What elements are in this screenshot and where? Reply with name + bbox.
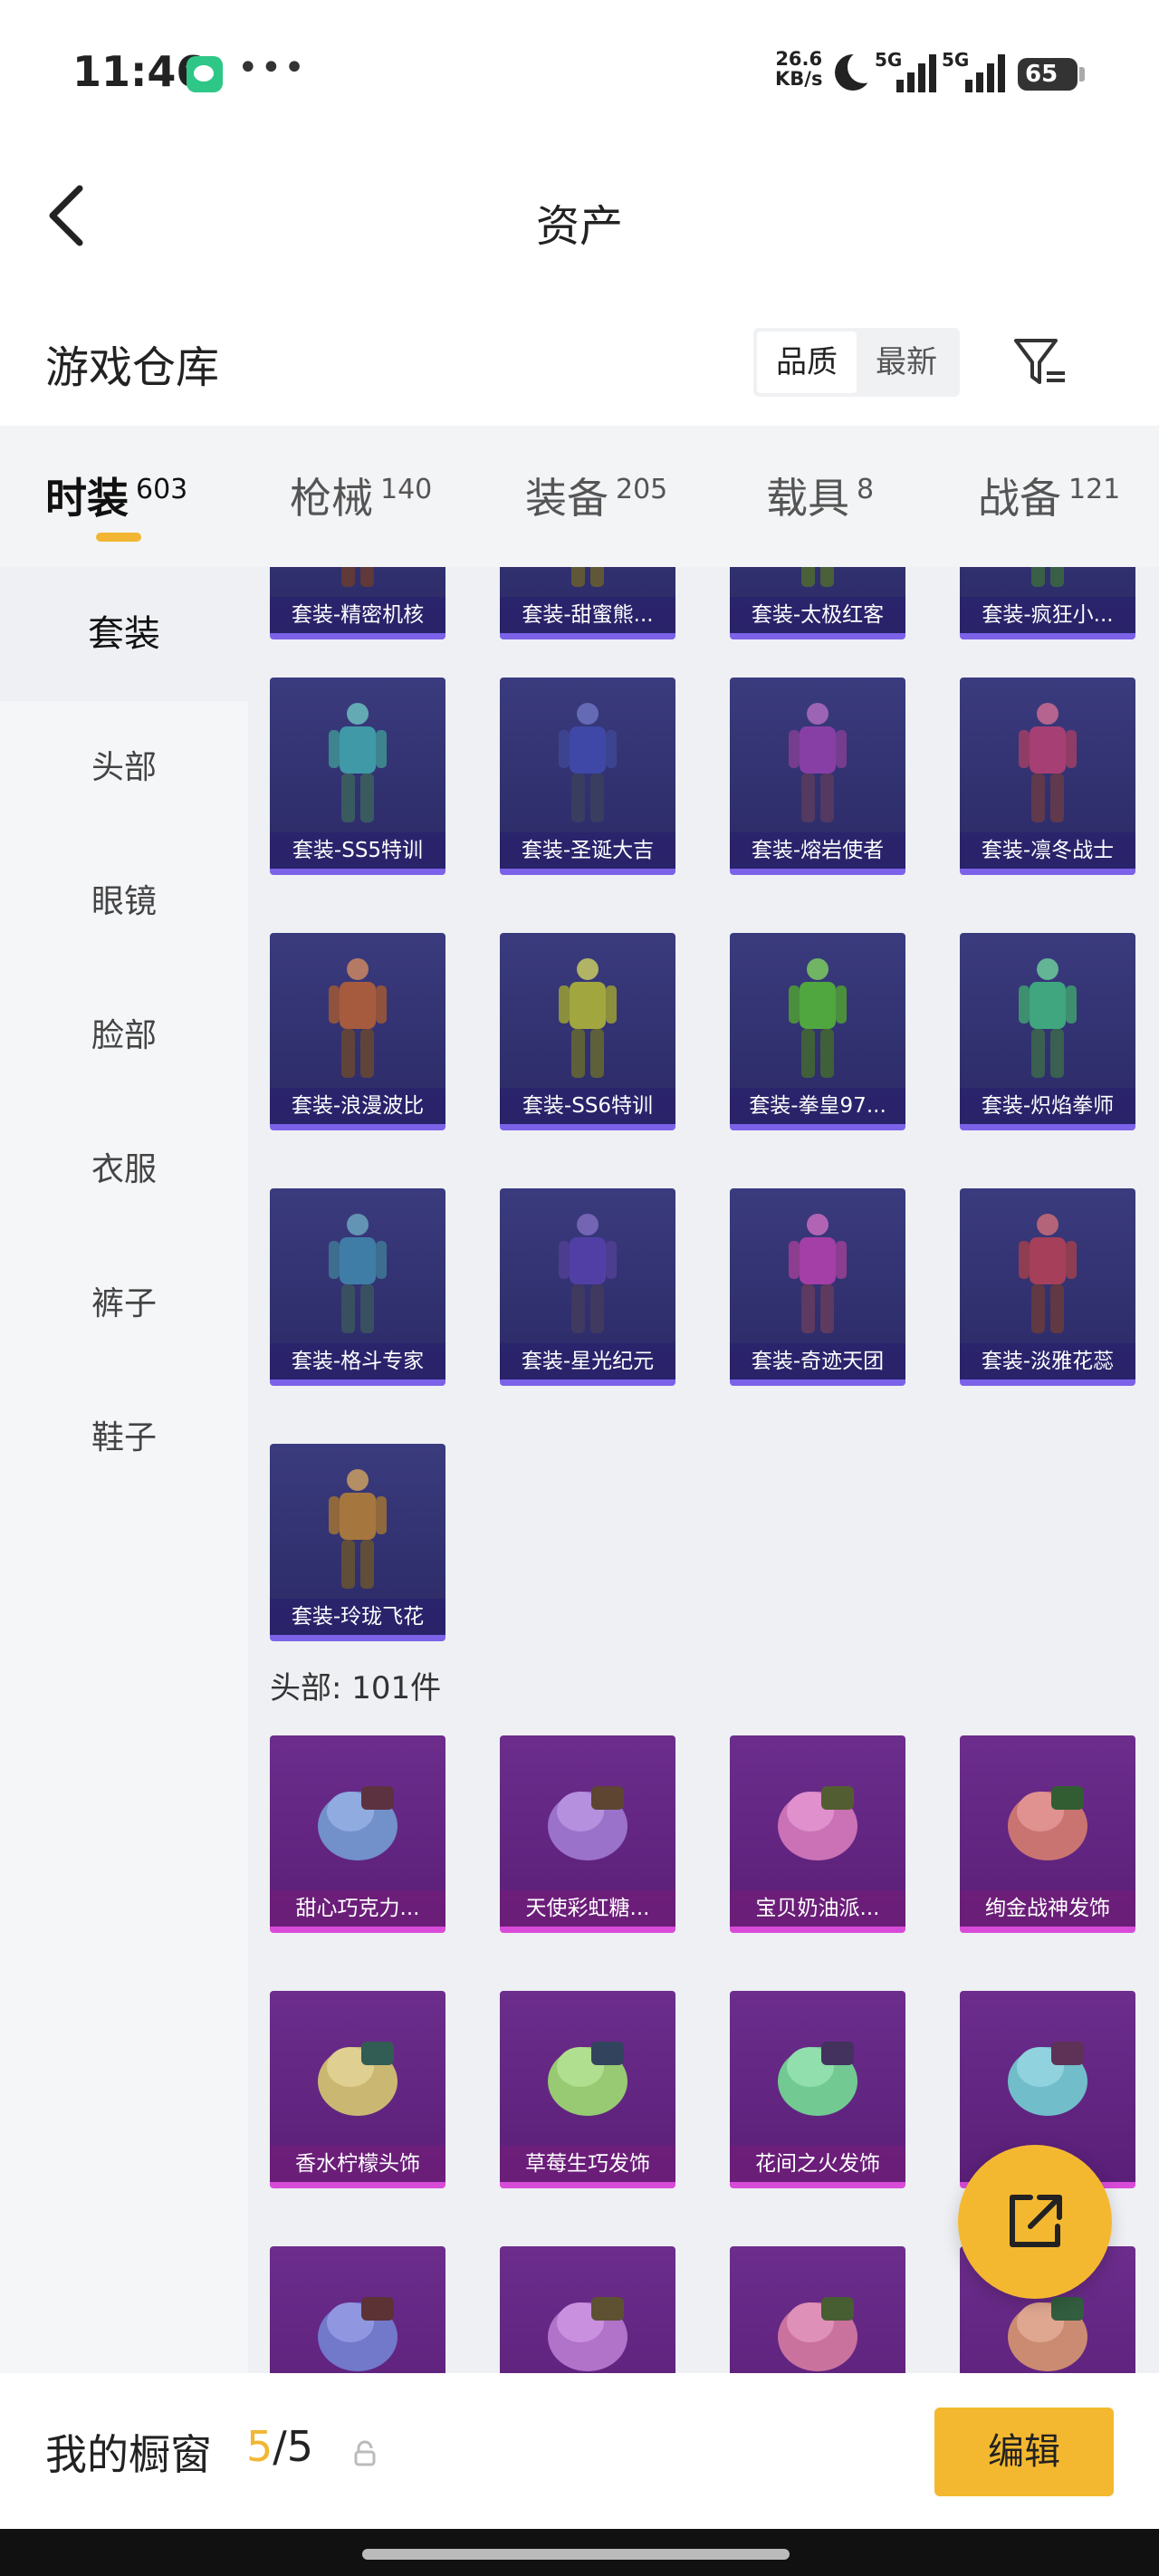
item-name: 套装-星光纪元: [500, 1343, 675, 1379]
tab-supplies[interactable]: 战备 121: [978, 466, 1120, 525]
network-speed: 26.6 KB/s: [775, 48, 823, 90]
item-name: 草莓生巧发饰: [500, 2146, 675, 2182]
active-tab-indicator: [96, 533, 141, 542]
suit-item-card[interactable]: 套装-玲珑飞花: [270, 1444, 445, 1641]
tab-fashion[interactable]: 时装 603: [45, 466, 187, 525]
head-item-card[interactable]: [270, 2246, 445, 2373]
item-name: 甜心巧克力...: [270, 1890, 445, 1927]
suit-item-card[interactable]: 套装-拳皇97...: [730, 933, 905, 1130]
item-name: 套装-圣诞大吉: [500, 832, 675, 869]
home-indicator[interactable]: [362, 2549, 790, 2560]
suit-item-card[interactable]: 套装-甜蜜熊...: [500, 567, 675, 639]
item-name: 天使彩虹糖...: [500, 1890, 675, 1927]
item-name: 香水柠檬头饰: [270, 2146, 445, 2182]
item-name: 花间之火发饰: [730, 2146, 905, 2182]
item-name: 套装-格斗专家: [270, 1343, 445, 1379]
suit-item-card[interactable]: 套装-淡雅花蕊: [960, 1188, 1135, 1386]
sort-latest-button[interactable]: 最新: [857, 332, 956, 393]
head-item-card[interactable]: 花间之火发饰: [730, 1991, 905, 2188]
sidebar-item-pants[interactable]: 裤子: [0, 1237, 248, 1371]
head-section-label: 头部: 101件: [270, 1670, 442, 1706]
category-tabs: 时装 603 枪械 140 装备 205 载具 8 战备 121: [0, 426, 1159, 567]
head-item-card[interactable]: [730, 2246, 905, 2373]
status-bar: 11:46 ••• 26.6 KB/s 5G 5G 65: [0, 0, 1159, 145]
suit-item-card[interactable]: 套装-奇迹天团: [730, 1188, 905, 1386]
sidebar-item-head[interactable]: 头部: [0, 701, 248, 835]
filter-icon[interactable]: [1011, 333, 1068, 391]
suit-item-card[interactable]: 套装-疯狂小...: [960, 567, 1135, 639]
item-grid: 头部: 101件 套装-精密机核 套装-甜蜜熊... 套装-太极红客 套装-疯狂…: [248, 567, 1159, 2373]
signal-5g-icon: 5G: [875, 49, 938, 92]
item-name: 套装-SS6特训: [500, 1088, 675, 1124]
suit-item-card[interactable]: 套装-炽焰拳师: [960, 933, 1135, 1130]
item-name: 宝贝奶油派...: [730, 1890, 905, 1927]
suit-item-card[interactable]: 套装-格斗专家: [270, 1188, 445, 1386]
suit-item-card[interactable]: 套装-圣诞大吉: [500, 678, 675, 875]
item-name: 绚金战神发饰: [960, 1890, 1135, 1927]
showcase-count: 5/5: [246, 2422, 314, 2471]
item-name: 套装-精密机核: [270, 597, 445, 633]
suit-item-card[interactable]: 套装-精密机核: [270, 567, 445, 639]
page-title: 资产: [535, 201, 623, 252]
head-item-card[interactable]: 香水柠檬头饰: [270, 1991, 445, 2188]
sidebar-item-shoes[interactable]: 鞋子: [0, 1371, 248, 1505]
suit-item-card[interactable]: 套装-凛冬战士: [960, 678, 1135, 875]
item-name: 套装-熔岩使者: [730, 832, 905, 869]
item-name: 套装-浪漫波比: [270, 1088, 445, 1124]
item-name: 套装-SS5特训: [270, 832, 445, 869]
share-icon: [1010, 2195, 1062, 2247]
suit-item-card[interactable]: 套装-星光纪元: [500, 1188, 675, 1386]
suit-item-card[interactable]: 套装-SS5特训: [270, 678, 445, 875]
item-name: 套装-玲珑飞花: [270, 1599, 445, 1635]
item-name: 套装-疯狂小...: [960, 597, 1135, 633]
suit-item-card[interactable]: 套装-太极红客: [730, 567, 905, 639]
head-item-card[interactable]: [500, 2246, 675, 2373]
share-button[interactable]: [958, 2145, 1112, 2299]
warehouse-header: 游戏仓库 品质 最新: [0, 281, 1159, 426]
wechat-notification-icon: [187, 56, 223, 92]
item-name: 套装-奇迹天团: [730, 1343, 905, 1379]
head-item-card[interactable]: 甜心巧克力...: [270, 1735, 445, 1933]
tab-vehicles[interactable]: 载具 8: [766, 466, 874, 525]
sidebar-item-glasses[interactable]: 眼镜: [0, 835, 248, 969]
item-name: 套装-淡雅花蕊: [960, 1343, 1135, 1379]
sidebar-item-clothes[interactable]: 衣服: [0, 1103, 248, 1237]
sidebar-item-suit[interactable]: 套装: [0, 567, 248, 701]
suit-item-card[interactable]: 套装-熔岩使者: [730, 678, 905, 875]
showcase-title: 我的橱窗: [45, 2430, 212, 2479]
lock-icon: [351, 2440, 378, 2467]
item-name: 套装-太极红客: [730, 597, 905, 633]
edit-button[interactable]: 编辑: [934, 2408, 1114, 2496]
sort-quality-button[interactable]: 品质: [757, 332, 857, 393]
signal-5g-icon-2: 5G: [942, 49, 1009, 92]
home-indicator-bar: [0, 2529, 1159, 2576]
item-name: 套装-甜蜜熊...: [500, 597, 675, 633]
head-item-card[interactable]: 绚金战神发饰: [960, 1735, 1135, 1933]
more-notifications-icon: •••: [237, 47, 307, 89]
tab-firearms[interactable]: 枪械 140: [290, 466, 432, 525]
head-item-card[interactable]: 草莓生巧发饰: [500, 1991, 675, 2188]
warehouse-title: 游戏仓库: [45, 342, 220, 393]
showcase-bar: 我的橱窗 5/5 编辑: [0, 2373, 1159, 2529]
suit-item-card[interactable]: 套装-SS6特训: [500, 933, 675, 1130]
sort-toggle: 品质 最新: [753, 328, 960, 397]
tab-equipment[interactable]: 装备 205: [525, 466, 667, 525]
nav-bar: 资产: [0, 145, 1159, 281]
suit-item-card[interactable]: 套装-浪漫波比: [270, 933, 445, 1130]
item-name: 套装-拳皇97...: [730, 1088, 905, 1124]
sub-category-sidebar: 套装 头部 眼镜 脸部 衣服 裤子 鞋子: [0, 567, 248, 2373]
do-not-disturb-icon: [835, 51, 880, 91]
item-name: 套装-炽焰拳师: [960, 1088, 1135, 1124]
battery-icon: 65: [1018, 58, 1085, 91]
item-name: 套装-凛冬战士: [960, 832, 1135, 869]
status-time: 11:46: [72, 47, 206, 96]
head-item-card[interactable]: 天使彩虹糖...: [500, 1735, 675, 1933]
sidebar-item-face[interactable]: 脸部: [0, 969, 248, 1103]
head-item-card[interactable]: 宝贝奶油派...: [730, 1735, 905, 1933]
